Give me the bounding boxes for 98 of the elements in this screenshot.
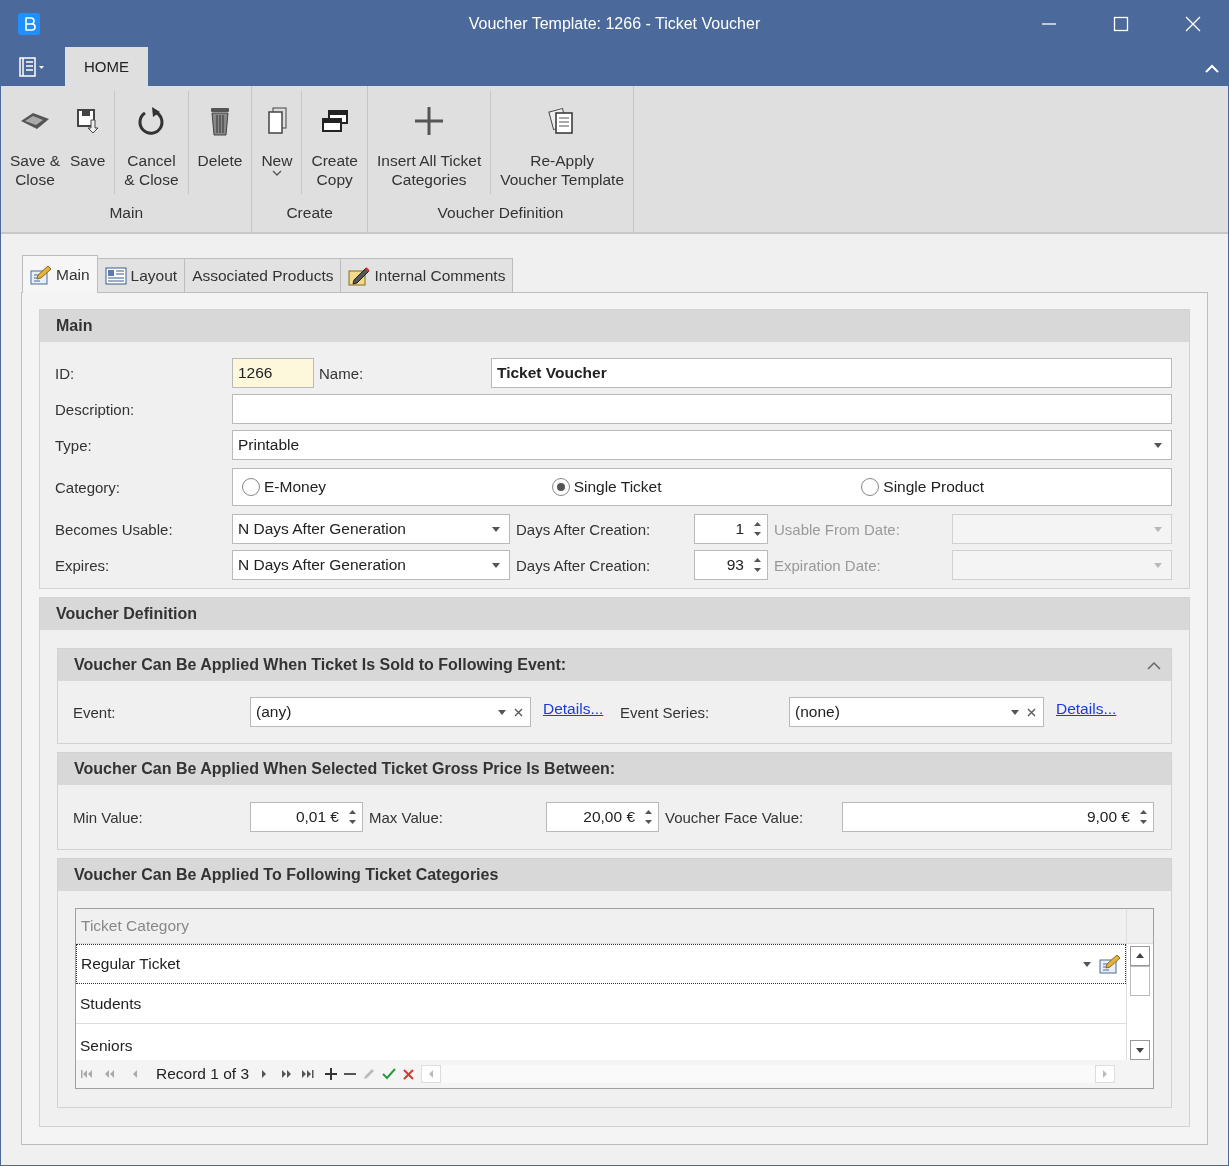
section-header: Voucher Definition xyxy=(40,598,1189,630)
form-tab[interactable]: Layout xyxy=(96,258,186,292)
grid-corner xyxy=(1127,909,1153,944)
days-spinner[interactable]: 93 xyxy=(694,550,768,580)
windows-icon xyxy=(320,109,349,134)
mode-dropdown[interactable]: N Days After Generation xyxy=(232,550,510,580)
field-label: Type: xyxy=(55,436,93,454)
field-label: Days After Creation: xyxy=(516,520,652,538)
group-header: Voucher Can Be Applied When Selected Ticket Gross Price Is Between: xyxy=(58,753,1171,785)
spin-arrows-icon[interactable] xyxy=(1139,807,1148,827)
min-value-spinner[interactable]: 0,01 € xyxy=(250,802,363,832)
ribbon-group-label: Create xyxy=(285,204,334,224)
field-label: Becomes Usable: xyxy=(55,520,174,538)
mode-dropdown[interactable]: N Days After Generation xyxy=(232,514,510,544)
field-label: Name: xyxy=(318,364,365,382)
face-value-spinner[interactable]: 9,00 € xyxy=(842,802,1154,832)
close-icon[interactable] xyxy=(1185,16,1201,33)
field-label: Min Value: xyxy=(73,808,144,826)
dropdown-arrow-icon[interactable] xyxy=(1083,961,1091,967)
ribbon-group-label: Voucher Definition xyxy=(436,204,565,224)
dropdown-arrow-icon[interactable] xyxy=(1011,709,1019,715)
form-icon xyxy=(104,266,127,285)
check-icon[interactable] xyxy=(382,1068,397,1080)
details-link[interactable]: Details... xyxy=(1056,700,1156,718)
window-title: Voucher Template: 1266 - Ticket Voucher xyxy=(468,15,761,34)
name-field[interactable]: Ticket Voucher xyxy=(491,358,1172,388)
table-cell-text: Regular Ticket xyxy=(81,955,182,973)
scroll-thumb[interactable] xyxy=(1130,966,1150,996)
record-counter: Record 1 of 3 xyxy=(156,1065,250,1083)
maximize-icon[interactable] xyxy=(1113,16,1129,33)
type-dropdown[interactable]: Printable xyxy=(232,430,1172,460)
vertical-scrollbar[interactable] xyxy=(1126,909,1153,1060)
card-edit-icon[interactable] xyxy=(1099,954,1121,974)
ribbon-button[interactable]: Delete xyxy=(192,91,248,205)
ribbon-button[interactable]: Create Copy xyxy=(306,91,363,205)
field-label: Category: xyxy=(55,478,122,496)
dropdown-arrow-icon[interactable] xyxy=(492,526,500,532)
group-header: Voucher Can Be Applied When Ticket Is Sold to Following Event: xyxy=(58,649,1171,681)
ribbon-button[interactable]: Cancel & Close xyxy=(119,91,184,205)
form-tab[interactable]: Associated Products xyxy=(184,258,342,292)
grid-row[interactable]: Regular Ticket xyxy=(76,944,1126,984)
radio-button[interactable]: E-Money xyxy=(242,478,552,496)
field-label: Event: xyxy=(73,703,117,721)
field-label: Description: xyxy=(55,400,136,418)
table-cell-text: Seniors xyxy=(80,1037,134,1055)
add-icon[interactable] xyxy=(325,1068,338,1080)
field-label: Days After Creation: xyxy=(516,556,652,574)
section-header: Main xyxy=(40,310,1189,342)
ribbon-button[interactable]: Save xyxy=(65,91,111,205)
field-label: Expiration Date: xyxy=(774,556,882,574)
id-field[interactable]: 1266 xyxy=(232,358,314,388)
description-field[interactable] xyxy=(232,394,1172,424)
app-logo-icon xyxy=(18,13,40,36)
field-label: Max Value: xyxy=(369,808,444,826)
grid-row[interactable]: Seniors xyxy=(76,1024,1126,1060)
table-cell-text: Students xyxy=(80,994,143,1013)
scroll-down-icon[interactable] xyxy=(1130,1040,1150,1060)
dropdown-arrow-icon[interactable] xyxy=(492,562,500,568)
collapse-ribbon-icon[interactable] xyxy=(1205,64,1219,74)
field-label: Expires: xyxy=(55,556,111,574)
ribbon-group-label: Main xyxy=(108,204,144,224)
field-label: Event Series: xyxy=(619,703,711,721)
app-menu-icon[interactable] xyxy=(19,57,47,78)
clear-icon[interactable] xyxy=(514,707,523,717)
spin-arrows-icon[interactable] xyxy=(348,807,357,827)
field-label: Voucher Face Value: xyxy=(665,808,805,826)
dropdown-arrow-icon[interactable] xyxy=(498,709,506,715)
ribbon-tab[interactable]: HOME xyxy=(65,47,148,87)
details-link[interactable]: Details... xyxy=(543,700,612,718)
ribbon-button[interactable]: New xyxy=(256,91,298,205)
cancel-icon[interactable] xyxy=(403,1068,415,1080)
ribbon-button[interactable]: Save & Close xyxy=(5,91,65,205)
field-label: ID: xyxy=(55,364,76,382)
save-icon xyxy=(75,108,100,135)
clear-icon[interactable] xyxy=(1027,707,1036,717)
trash-icon xyxy=(209,105,231,138)
dropdown-arrow-icon[interactable] xyxy=(1154,442,1162,448)
radio-button[interactable]: Single Ticket xyxy=(551,478,862,496)
days-spinner[interactable]: 1 xyxy=(694,514,768,544)
max-value-spinner[interactable]: 20,00 € xyxy=(546,802,659,832)
scroll-up-icon[interactable] xyxy=(1130,946,1150,966)
field-label: Usable From Date: xyxy=(774,520,901,538)
ribbon-button[interactable]: Insert All Ticket Categories xyxy=(371,91,487,205)
spin-arrows-icon[interactable] xyxy=(753,555,762,575)
spin-arrows-icon[interactable] xyxy=(753,519,762,539)
chevron-up-icon[interactable] xyxy=(1147,660,1161,670)
group-header: Voucher Can Be Applied To Following Ticket Categories xyxy=(58,859,1171,891)
form-tab[interactable]: Main xyxy=(22,255,98,293)
event-dropdown[interactable]: (any) xyxy=(250,697,531,727)
spin-arrows-icon[interactable] xyxy=(644,807,653,827)
card-edit-icon xyxy=(30,264,52,285)
radio-button[interactable]: Single Product xyxy=(861,478,1171,496)
ribbon-button[interactable]: Re-Apply Voucher Template xyxy=(495,91,629,205)
note-pencil-icon xyxy=(348,265,371,286)
form-tab[interactable]: Internal Comments xyxy=(340,258,514,292)
event-series-dropdown[interactable]: (none) xyxy=(789,697,1044,727)
grid-row[interactable]: Students xyxy=(76,984,1126,1024)
plus-icon xyxy=(414,106,445,137)
